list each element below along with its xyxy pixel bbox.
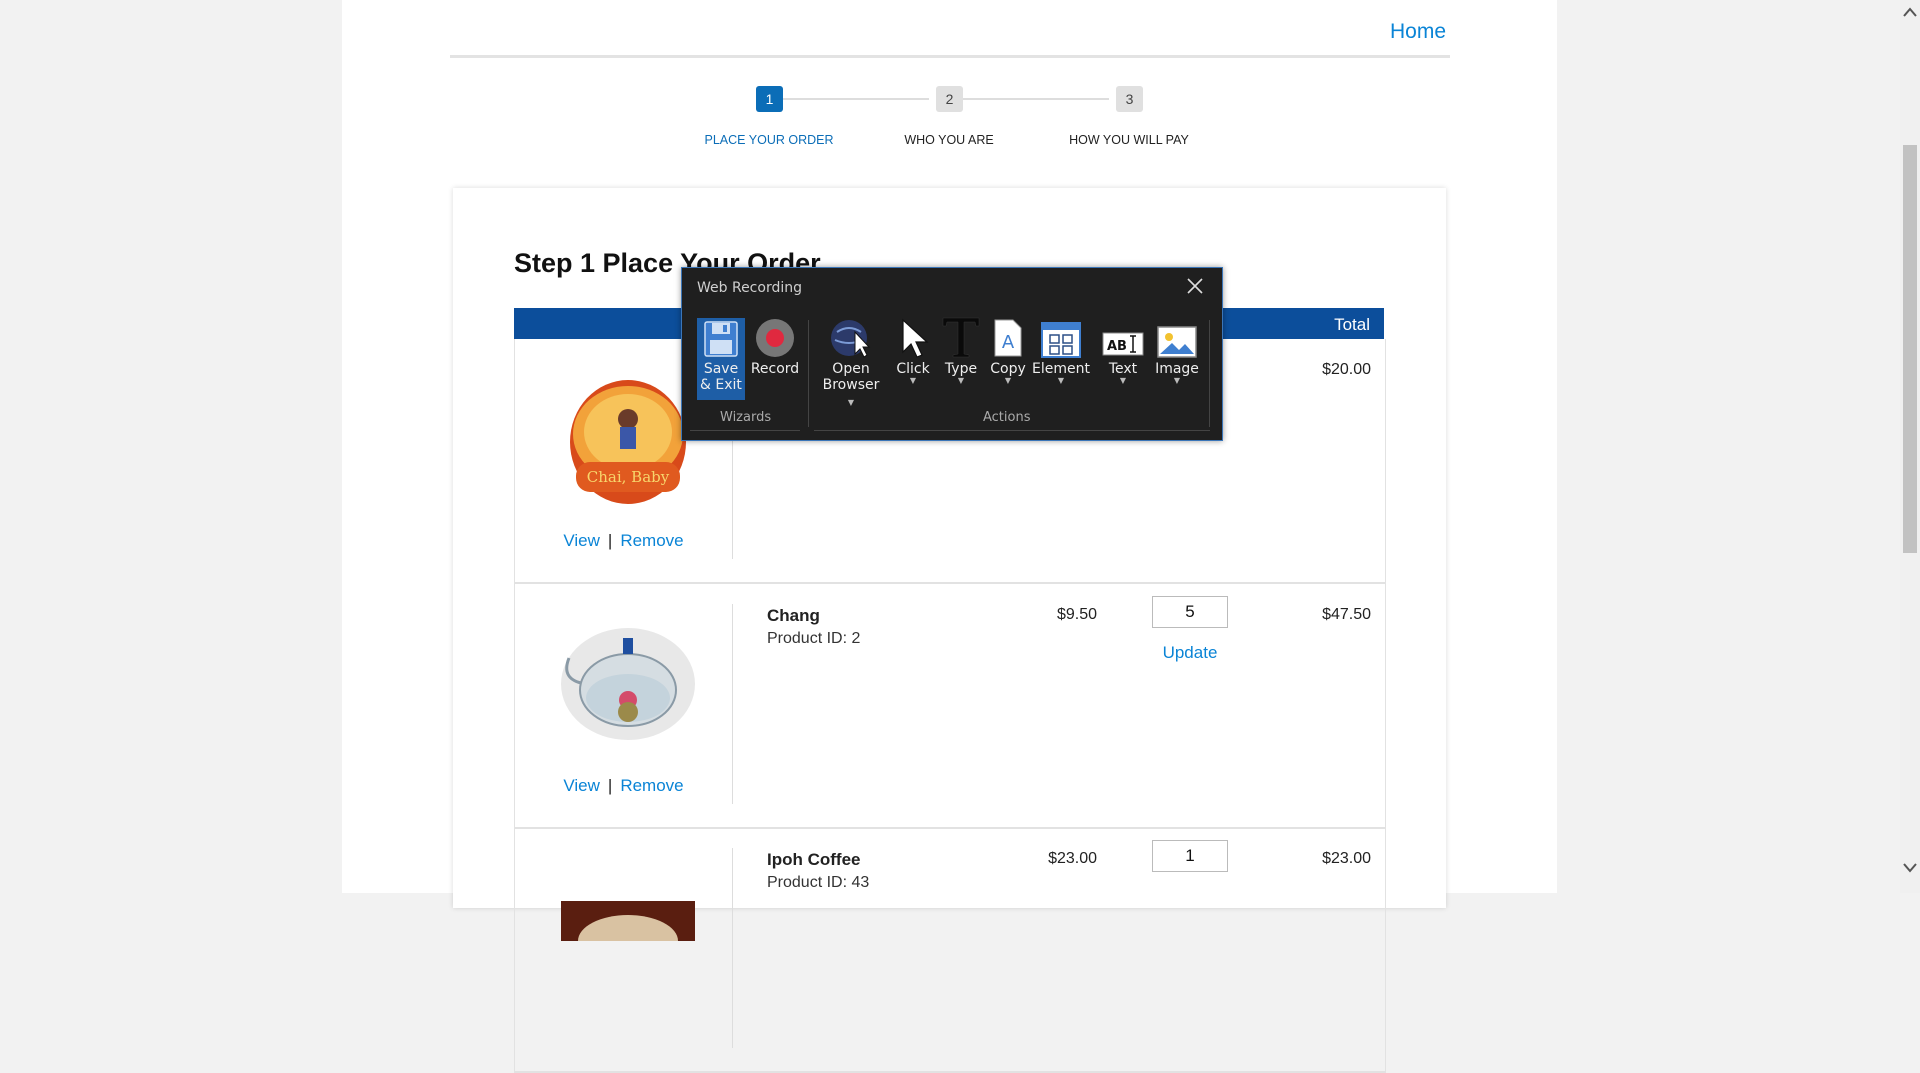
product-id: Product ID: 43 [767,874,870,891]
image-label: Image [1155,361,1199,377]
vertical-scrollbar[interactable] [1900,0,1920,893]
table-row: Ipoh Coffee Product ID: 43 $23.00 1 $23.… [514,828,1386,1073]
dialog-title: Web Recording [697,280,802,296]
stepper-line [949,98,1109,100]
coffee-cup-image [561,856,695,986]
record-icon [749,318,801,358]
floppy-disk-icon [697,318,745,358]
text-button[interactable]: AB Text ▼ [1097,318,1149,385]
item-actions: View | Remove [515,776,732,796]
save-exit-button[interactable]: Save & Exit [697,318,745,400]
chevron-down-icon: ▼ [1057,376,1065,385]
quantity-input[interactable]: 1 [1152,840,1228,872]
unit-price: $23.00 [1048,850,1097,867]
remove-link[interactable]: Remove [620,531,683,550]
chevron-down-icon: ▼ [957,376,965,385]
wizards-group-label: Wizards [720,410,772,425]
copy-button[interactable]: A Copy ▼ [982,318,1034,385]
scroll-down-icon[interactable] [1903,860,1917,876]
actions-group-underline [814,430,1210,431]
save-exit-label: Save [703,361,739,377]
step-1-number: 1 [756,86,783,112]
table-row: View | Remove Chang Product ID: 2 $9.50 5 … [514,584,1386,829]
step-1-label: PLACE YOUR ORDER [704,133,834,147]
home-link[interactable]: Home [1390,20,1446,44]
globe-cursor-icon [819,318,883,358]
record-button[interactable]: Record [749,318,801,377]
type-label: Type [944,361,978,377]
scrollbar-thumb[interactable] [1903,145,1917,553]
chevron-down-icon: ▼ [1119,376,1127,385]
image-button[interactable]: Image ▼ [1151,318,1203,385]
chevron-down-icon: ▼ [847,398,855,407]
column-divider [732,848,733,1048]
open-browser-button[interactable]: Open Browser ▼ [819,318,883,409]
remove-link[interactable]: Remove [620,776,683,795]
record-label: Record [750,361,800,377]
open-browser-label: Open [832,361,870,377]
svg-text:AB: AB [1107,339,1127,354]
checkout-page: Home 1 2 3 PLACE YOUR ORDER WHO YOU ARE … [342,0,1557,1073]
column-divider [732,604,733,804]
save-exit-label-2: & Exit [700,377,742,393]
scroll-up-icon[interactable] [1903,4,1917,20]
product-name: Ipoh Coffee [767,850,861,869]
web-recording-dialog: Web Recording Save& Exit Record Wizards [681,267,1223,441]
quantity-input[interactable]: 5 [1152,596,1228,628]
view-link[interactable]: View [563,776,600,795]
glass-teapot-image [561,619,695,749]
click-button[interactable]: Click ▼ [887,318,939,385]
copy-label: Copy [990,361,1026,377]
group-divider [1209,320,1210,427]
header-divider [450,55,1450,58]
svg-text:Chai, Baby: Chai, Baby [587,468,670,486]
row-total: $23.00 [1322,850,1371,867]
open-browser-label-2: Browser [822,377,880,393]
wizards-group-underline [690,430,800,431]
action-divider: | [607,531,613,550]
svg-text:A: A [1002,332,1015,353]
element-grid-icon [1029,318,1093,358]
group-divider [808,320,809,427]
row-total: $20.00 [1322,361,1371,378]
chevron-down-icon: ▼ [1173,376,1181,385]
product-id: Product ID: 2 [767,630,861,647]
image-picture-icon [1151,318,1203,358]
close-icon[interactable] [1186,277,1204,299]
step-3-number: 3 [1116,86,1143,112]
step-2-label: WHO YOU ARE [904,133,994,147]
document-copy-icon: A [982,318,1034,358]
step-2-number: 2 [936,86,963,112]
action-divider: | [607,776,613,795]
update-link[interactable]: Update [1152,643,1228,663]
chai-tin-image: Chai, Baby [561,374,695,504]
total-column-header: Total [1334,315,1370,334]
step-3-label: HOW YOU WILL PAY [1069,133,1189,147]
chevron-down-icon: ▼ [1004,376,1012,385]
actions-group-label: Actions [983,410,1031,425]
view-link[interactable]: View [563,531,600,550]
unit-price: $9.50 [1056,606,1097,623]
element-button[interactable]: Element ▼ [1029,318,1093,385]
type-t-icon [935,317,987,358]
chevron-down-icon: ▼ [909,376,917,385]
cursor-arrow-icon [887,318,939,358]
product-name: Chang [767,606,820,625]
click-label: Click [896,361,930,377]
stepper-line [769,98,929,100]
element-label: Element [1032,361,1090,377]
text-box-icon: AB [1097,318,1149,358]
item-actions: View | Remove [515,531,732,551]
text-label: Text [1108,361,1138,377]
type-button[interactable]: Type ▼ [935,317,987,385]
row-total: $47.50 [1322,606,1371,623]
